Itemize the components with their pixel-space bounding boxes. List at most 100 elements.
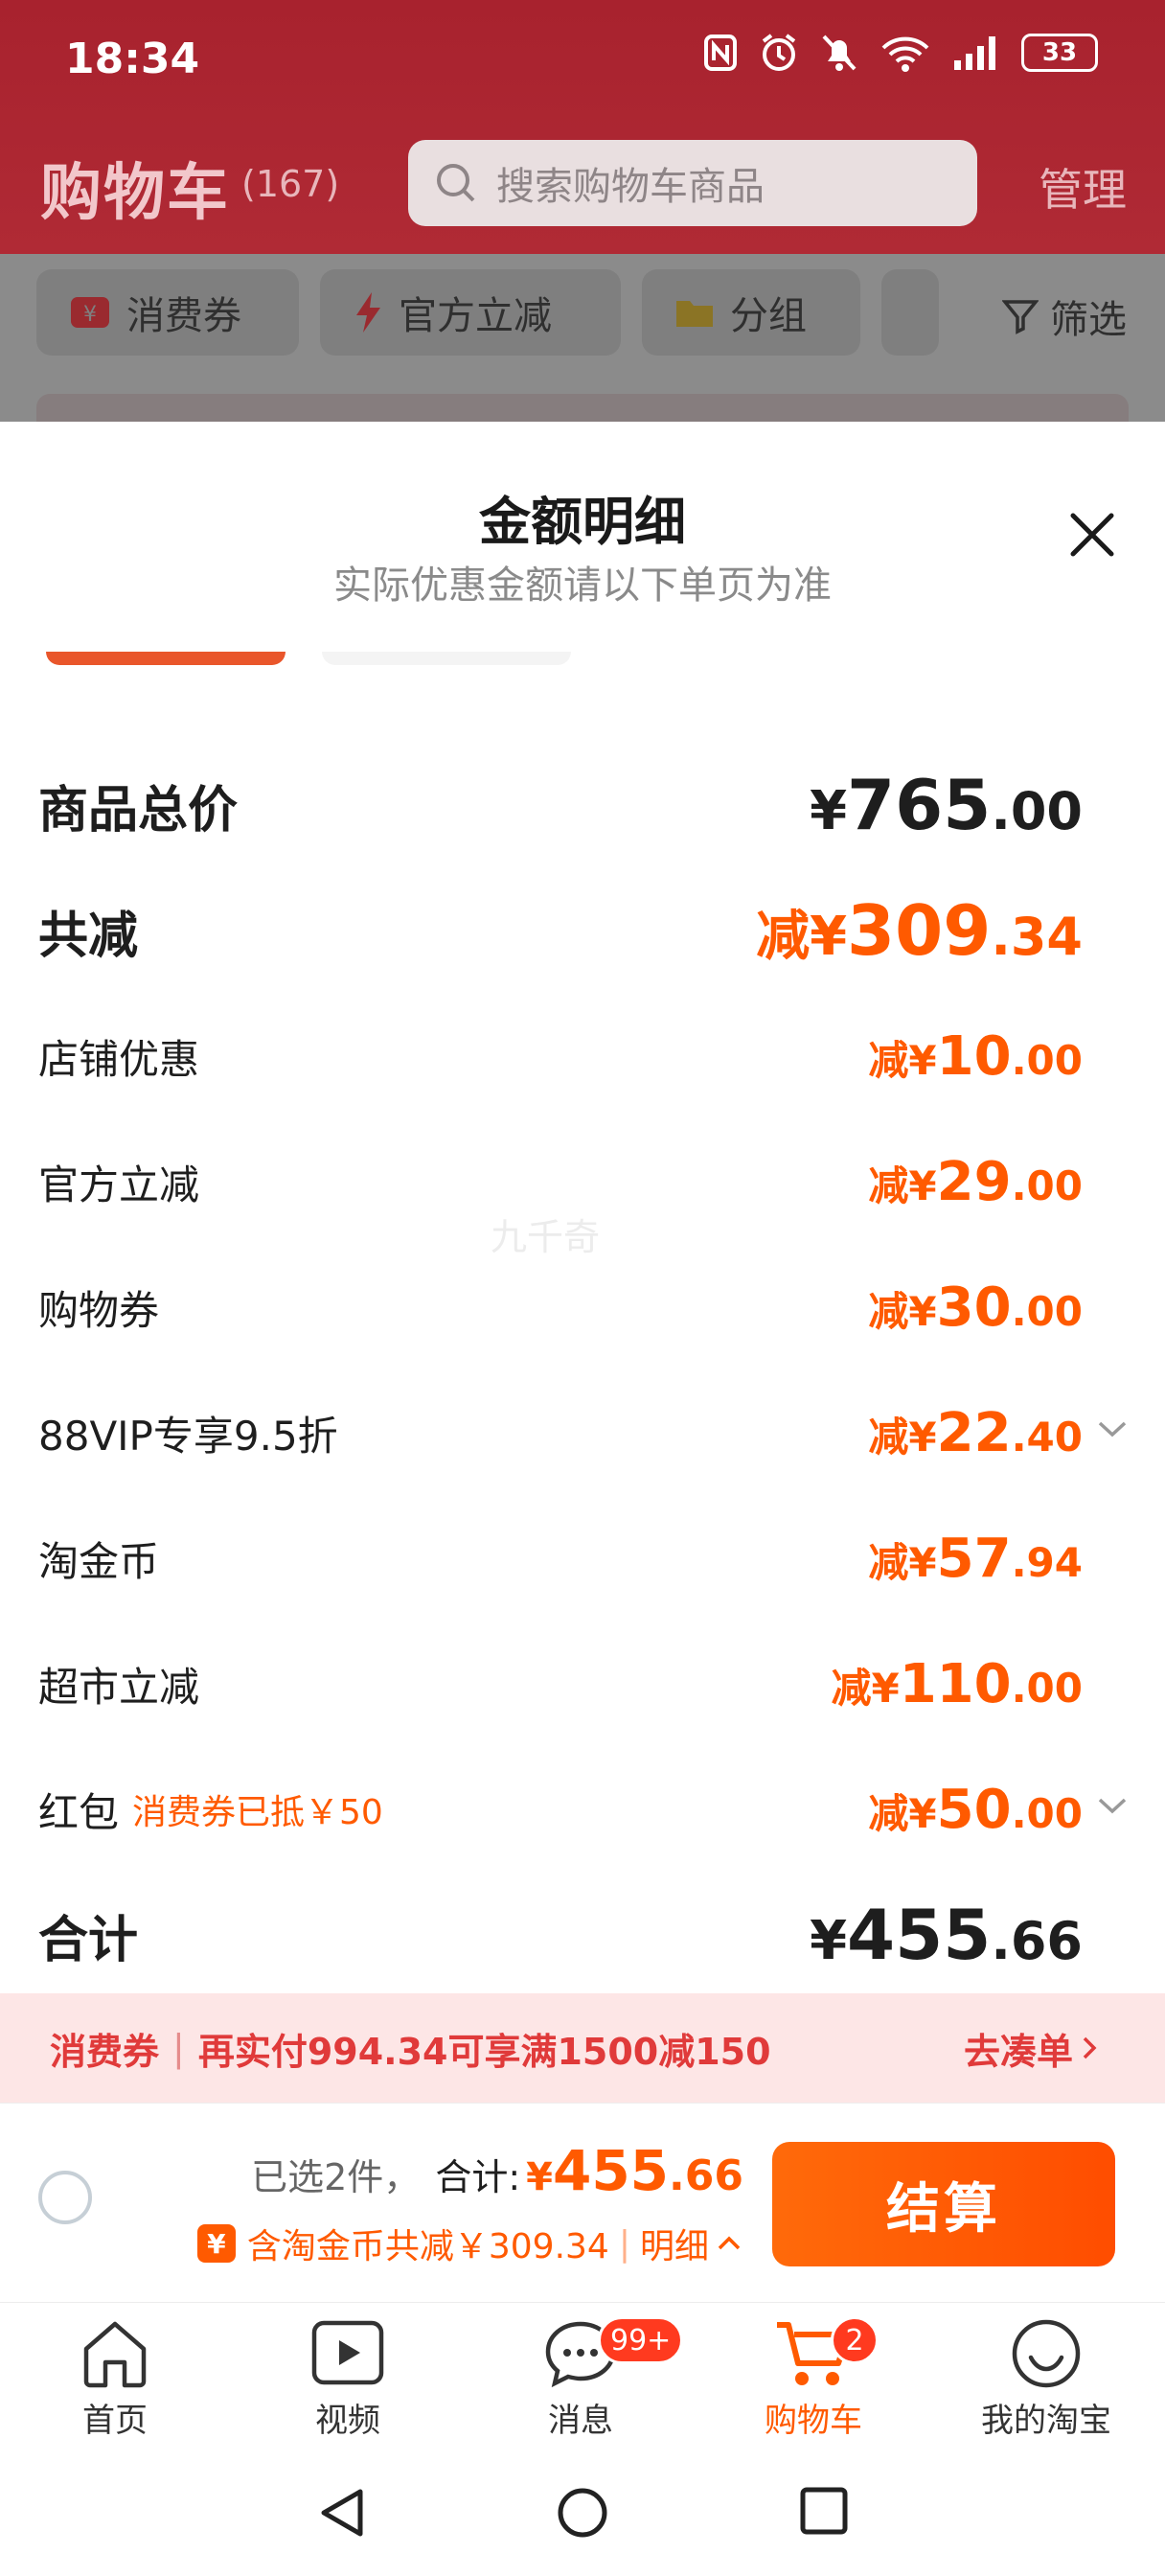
filter-official-discount[interactable]: 官方立减 [320,269,621,356]
bottom-tab-bar: 首页 视频 99+ 消息 2 购物车 我的淘宝 [0,2302,1165,2447]
tab-label: 首页 [82,2402,148,2440]
promo-label: 消费券 [50,2030,160,2073]
status-time: 18:34 [65,34,200,83]
row-amount: 减¥50.00 [868,1778,1083,1841]
row-label: 合计 [38,1911,139,1969]
tab-cart[interactable]: 2 购物车 [718,2316,909,2441]
coupon-icon: ¥ [69,293,111,332]
close-icon[interactable] [1063,506,1121,564]
discount-summary[interactable]: ¥ 含淘金币共减￥309.34 | 明细 [196,2219,742,2268]
battery-indicator: 33 [1021,34,1098,72]
filter-right-label: 筛选 [1050,298,1127,342]
checkout-bar: 已选2件， 合计: ¥455.66 ¥ 含淘金币共减￥309.34 | 明细 结… [0,2103,1165,2303]
row-amount: ¥455.66 [810,1895,1083,1975]
row-note: 消费券已抵￥50 [132,1793,383,1832]
profile-icon [1010,2316,1083,2390]
lightning-icon [353,290,383,334]
svg-text:¥: ¥ [83,303,97,327]
recents-icon[interactable] [799,2486,849,2536]
tab-messages[interactable]: 99+ 消息 [485,2316,684,2441]
filter-button[interactable]: 筛选 [1002,288,1127,344]
filter-bar: ¥ 消费券 官方立减 分组 筛选 [0,254,1165,432]
row-goods-total: 商品总价 ¥765.00 [0,748,1165,862]
search-placeholder: 搜索购物车商品 [496,165,765,209]
tab-label: 我的淘宝 [981,2402,1111,2440]
cart-badge: 2 [831,2316,879,2364]
status-bar: 18:34 33 [0,0,1165,115]
peek-tab [46,652,286,665]
filter-more[interactable] [881,269,939,356]
row-official-discount: 官方立减 减¥29.00 [0,1124,1165,1239]
message-badge: 99+ [598,2316,684,2364]
filter-label: 官方立减 [399,294,552,338]
checkout-button[interactable]: 结算 [772,2142,1115,2266]
tab-label: 消息 [548,2402,613,2440]
filter-coupon[interactable]: ¥ 消费券 [36,269,299,356]
row-label: 官方立减 [38,1161,200,1208]
selection-summary: 已选2件， 合计: ¥455.66 [251,2138,743,2203]
sheet-title: 金额明细 [479,492,686,552]
row-red-packet[interactable]: 红包 消费券已抵￥50 减¥50.00 [0,1752,1165,1867]
home-nav-icon[interactable] [556,2486,609,2540]
home-icon [79,2316,151,2390]
chevron-right-icon [1083,2036,1097,2059]
search-input[interactable]: 搜索购物车商品 [408,140,977,226]
sheet-subtitle: 实际优惠金额请以下单页为准 [333,564,832,608]
signal-icon [954,36,995,70]
row-label: 共减 [38,907,139,965]
status-icons: 33 [703,33,1098,73]
selected-count: 已选2件， [251,2156,421,2198]
row-label: 超市立减 [38,1663,200,1711]
filter-group[interactable]: 分组 [642,269,860,356]
row-amount: 减¥22.40 [868,1401,1083,1464]
add-items-link[interactable]: 去凑单 [964,2022,1098,2075]
row-label-text: 红包 [38,1788,120,1836]
video-icon [310,2316,385,2390]
filter-label: 分组 [730,294,807,338]
amount-detail-sheet: 金额明细 实际优惠金额请以下单页为准 九千奇 商品总价 ¥765.00 共减 减… [0,422,1165,2108]
row-label: 购物券 [38,1286,160,1334]
row-amount: 减¥29.00 [868,1150,1083,1213]
page-title: 购物车 [40,158,230,229]
folder-icon [674,295,715,330]
row-label: 红包 消费券已抵￥50 [38,1752,383,1867]
tab-video[interactable]: 视频 [252,2316,444,2441]
select-all-checkbox[interactable] [38,2171,92,2224]
chevron-down-icon[interactable] [1096,1794,1129,1817]
tab-my-taobao[interactable]: 我的淘宝 [950,2316,1142,2441]
promo-divider: | [172,2027,185,2069]
manage-button[interactable]: 管理 [1039,155,1127,218]
search-icon [437,164,475,202]
row-taobao-coins: 淘金币 减¥57.94 [0,1501,1165,1616]
detail-link[interactable]: 明细 [640,2219,709,2268]
chevron-down-icon[interactable] [1096,1417,1129,1440]
alarm-icon [762,34,796,71]
row-amount: 减¥110.00 [831,1652,1083,1715]
row-label: 商品总价 [38,781,239,840]
wifi-icon [881,36,929,72]
cart-icon: 2 [773,2316,879,2390]
mute-icon [822,34,857,71]
promo-text: 再实付994.34可享满1500减150 [197,2030,771,2073]
coupon-promo-bar[interactable]: 消费券 | 再实付994.34可享满1500减150 去凑单 [0,1993,1165,2103]
row-amount: ¥765.00 [810,765,1083,845]
tab-label: 购物车 [765,2402,862,2440]
message-icon: 99+ [542,2316,684,2390]
funnel-icon [1002,300,1039,334]
tab-home[interactable]: 首页 [19,2316,211,2441]
filter-label: 消费券 [126,294,241,338]
discount-divider: | [618,2223,630,2264]
row-label: 店铺优惠 [38,1035,200,1083]
row-amount: 减¥10.00 [868,1024,1083,1088]
peek-tab [322,652,571,665]
row-total-discount: 共减 减¥309.34 [0,873,1165,988]
row-amount: 减¥57.94 [868,1527,1083,1590]
row-grand-total: 合计 ¥455.66 [0,1877,1165,1992]
header-area: 18:34 33 购物车 (167) 搜索购物车商品 管理 [0,0,1165,254]
system-nav-bar [0,2446,1165,2576]
row-supermarket-discount: 超市立减 减¥110.00 [0,1626,1165,1741]
row-amount: 减¥309.34 [756,890,1083,971]
back-icon[interactable] [316,2486,368,2540]
row-88vip[interactable]: 88VIP专享9.5折 减¥22.40 [0,1375,1165,1490]
discount-text: 含淘金币共减￥309.34 [246,2227,609,2266]
